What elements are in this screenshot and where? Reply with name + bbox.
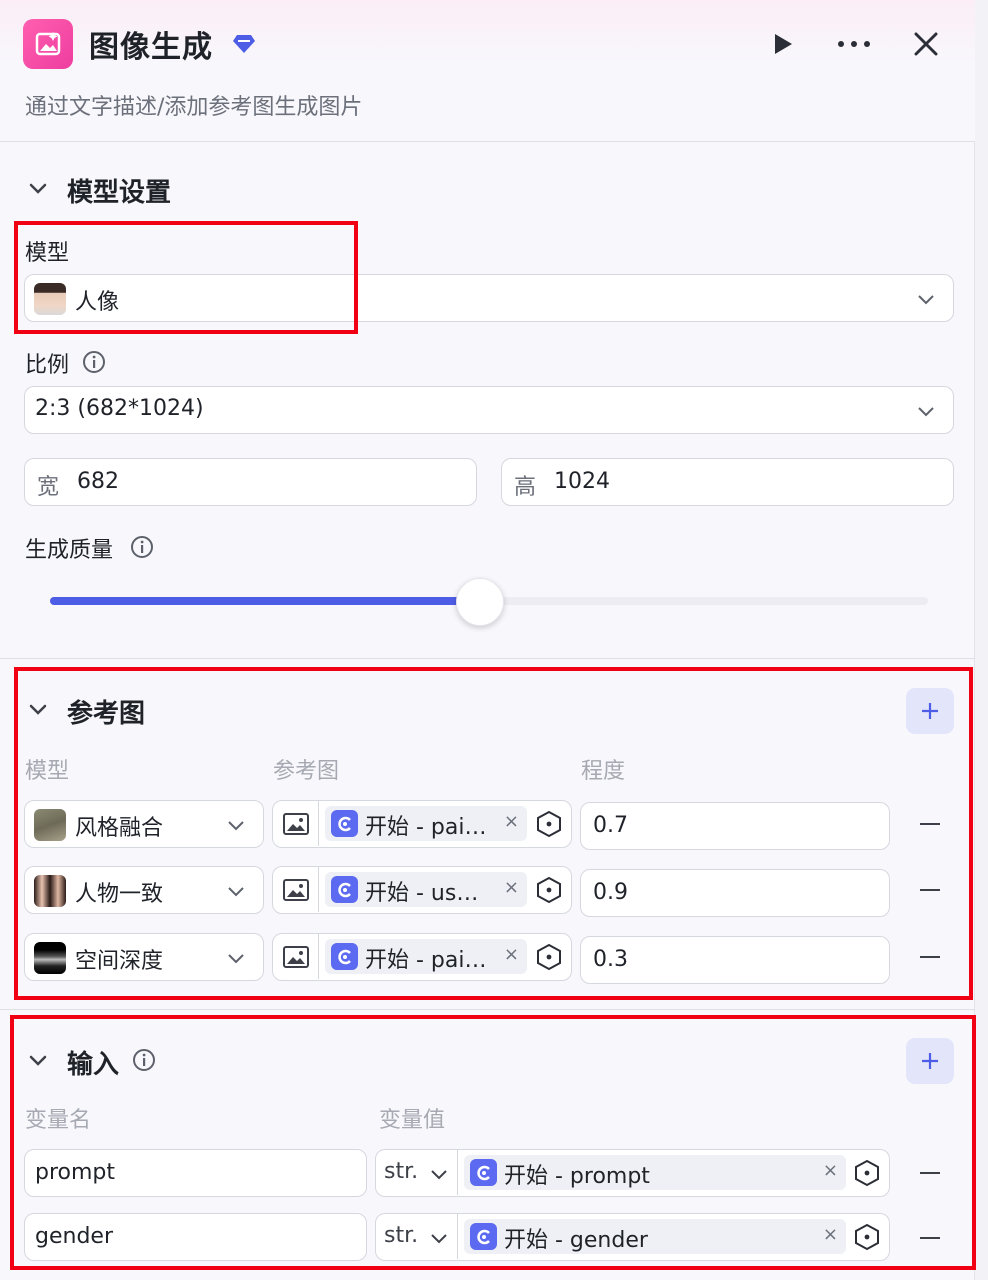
quality-slider-handle[interactable] [456, 578, 505, 626]
ratio-select-value: 2:3 (682*1024) [35, 396, 204, 421]
info-icon[interactable] [82, 350, 106, 374]
more-options-button[interactable] [836, 26, 872, 62]
close-button[interactable] [908, 26, 944, 62]
highlight-box-input [10, 1015, 976, 1270]
height-prefix: 高 [514, 475, 537, 500]
height-value: 1024 [554, 469, 610, 494]
chevron-down-icon [918, 295, 934, 305]
ratio-label: 比例 [25, 353, 70, 378]
quality-slider-fill [50, 597, 481, 605]
section-divider [0, 658, 975, 659]
info-icon[interactable] [130, 535, 154, 559]
panel-title: 图像生成 [89, 30, 213, 65]
premium-diamond-icon [232, 33, 256, 55]
collapse-chevron-icon[interactable] [27, 178, 49, 200]
height-input[interactable]: 高 1024 [501, 458, 954, 506]
chevron-down-icon [918, 407, 934, 417]
image-gen-icon [23, 19, 73, 69]
panel-header: 图像生成 通过文字描述/添加参考图生成图片 [0, 0, 975, 142]
quality-label: 生成质量 [25, 538, 114, 563]
run-button[interactable] [765, 26, 801, 62]
panel-subtitle: 通过文字描述/添加参考图生成图片 [25, 95, 363, 120]
width-prefix: 宽 [37, 475, 60, 500]
highlight-box-model [14, 221, 358, 334]
width-input[interactable]: 宽 682 [24, 458, 477, 506]
section-divider [0, 1009, 975, 1010]
highlight-box-reference [14, 667, 973, 1000]
model-settings-title: 模型设置 [67, 178, 172, 208]
ratio-select[interactable]: 2:3 (682*1024) [24, 386, 954, 434]
canvas-edge [975, 0, 988, 1280]
width-value: 682 [77, 469, 119, 494]
